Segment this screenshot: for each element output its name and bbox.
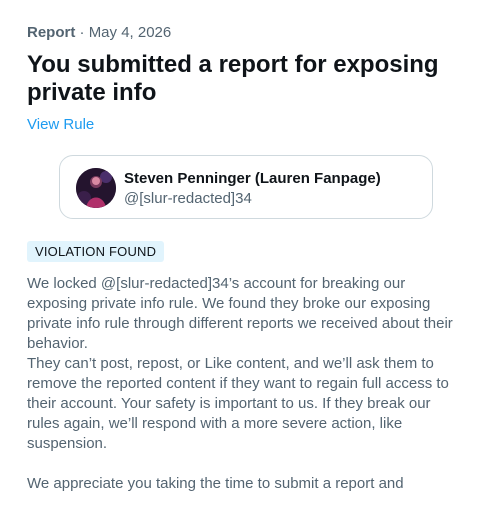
avatar-image (76, 168, 116, 208)
view-rule-link[interactable]: View Rule (27, 116, 94, 134)
avatar (76, 168, 116, 208)
report-kind: Report (27, 24, 76, 41)
appreciation-paragraph: We appreciate you taking the time to sub… (27, 475, 404, 492)
report-outcome-paragraph: We locked @[slur-redacted]34’s account f… (27, 275, 453, 352)
account-handle: @[slur-redacted]34 (124, 190, 252, 207)
account-display-name: Steven Penninger (Lauren Fanpage) (124, 170, 381, 187)
page-title: You submitted a report for exposing priv… (27, 51, 439, 106)
restrictions-paragraph: They can’t post, repost, or Like content… (27, 355, 449, 452)
report-date: May 4, 2026 (88, 24, 172, 41)
meta-separator: · (75, 24, 89, 41)
reported-account-card[interactable]: Steven Penninger (Lauren Fanpage) @[slur… (59, 155, 433, 219)
report-meta: Report · May 4, 2026 (27, 24, 171, 42)
status-badge: VIOLATION FOUND (27, 241, 165, 262)
